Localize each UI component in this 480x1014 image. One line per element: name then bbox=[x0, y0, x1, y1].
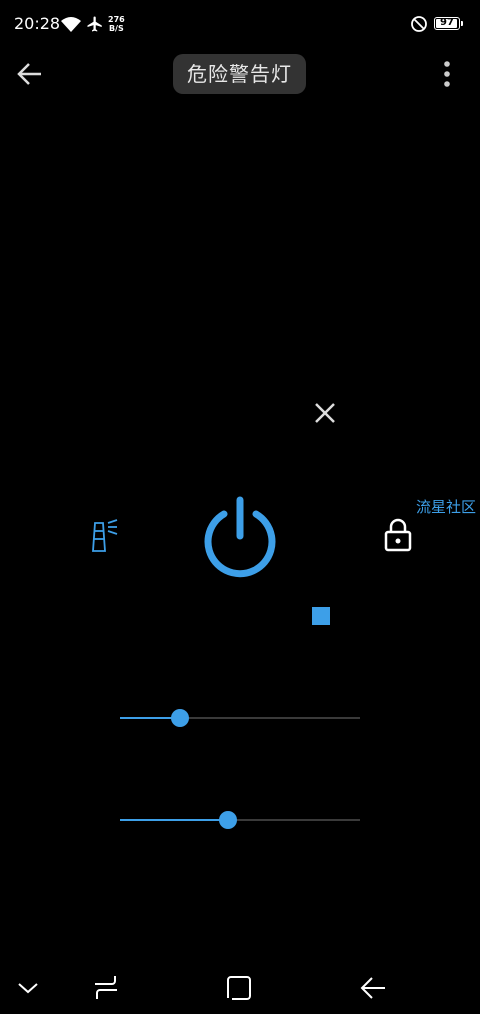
more-vert-icon bbox=[444, 61, 450, 87]
nav-back-button[interactable] bbox=[353, 968, 393, 1008]
nav-collapse-button[interactable] bbox=[8, 968, 48, 1008]
battery-level: 97 bbox=[440, 17, 454, 28]
net-speed-unit: B/S bbox=[108, 24, 124, 33]
arrow-back-icon bbox=[17, 63, 41, 85]
nav-home-button[interactable] bbox=[218, 968, 258, 1008]
battery-icon: 97 bbox=[434, 17, 460, 30]
slider-active-track bbox=[120, 819, 228, 821]
close-button[interactable] bbox=[310, 398, 340, 428]
chevron-down-icon bbox=[18, 983, 38, 994]
lock-icon bbox=[384, 518, 412, 552]
status-bar: 20:28 276 B/S 97 bbox=[0, 0, 480, 50]
slider-thumb[interactable] bbox=[219, 811, 237, 829]
back-icon bbox=[360, 977, 385, 999]
recent-apps-icon bbox=[95, 976, 117, 999]
stop-button[interactable] bbox=[312, 607, 330, 625]
battery-tip bbox=[461, 21, 463, 26]
wifi-icon bbox=[60, 15, 82, 37]
power-button[interactable] bbox=[198, 494, 282, 578]
home-icon bbox=[227, 976, 251, 1000]
watermark-text: 流星社区 bbox=[416, 498, 477, 516]
do-not-disturb-icon bbox=[410, 15, 428, 37]
net-speed-value: 276 bbox=[108, 15, 125, 24]
power-icon bbox=[204, 496, 276, 578]
airplane-icon bbox=[86, 15, 104, 37]
slider-2[interactable] bbox=[120, 808, 360, 832]
lock-button[interactable] bbox=[382, 517, 414, 553]
nav-recent-apps-button[interactable] bbox=[86, 968, 126, 1008]
close-icon bbox=[315, 403, 335, 423]
page-title: 危险警告灯 bbox=[173, 54, 306, 94]
slider-1[interactable] bbox=[120, 706, 360, 730]
lighthouse-icon bbox=[92, 519, 118, 552]
slider-thumb[interactable] bbox=[171, 709, 189, 727]
back-button[interactable] bbox=[14, 58, 46, 90]
net-speed: 276 B/S bbox=[108, 15, 125, 33]
more-options-button[interactable] bbox=[436, 58, 458, 90]
status-time: 20:28 bbox=[14, 14, 61, 33]
lighthouse-button[interactable] bbox=[86, 515, 120, 555]
